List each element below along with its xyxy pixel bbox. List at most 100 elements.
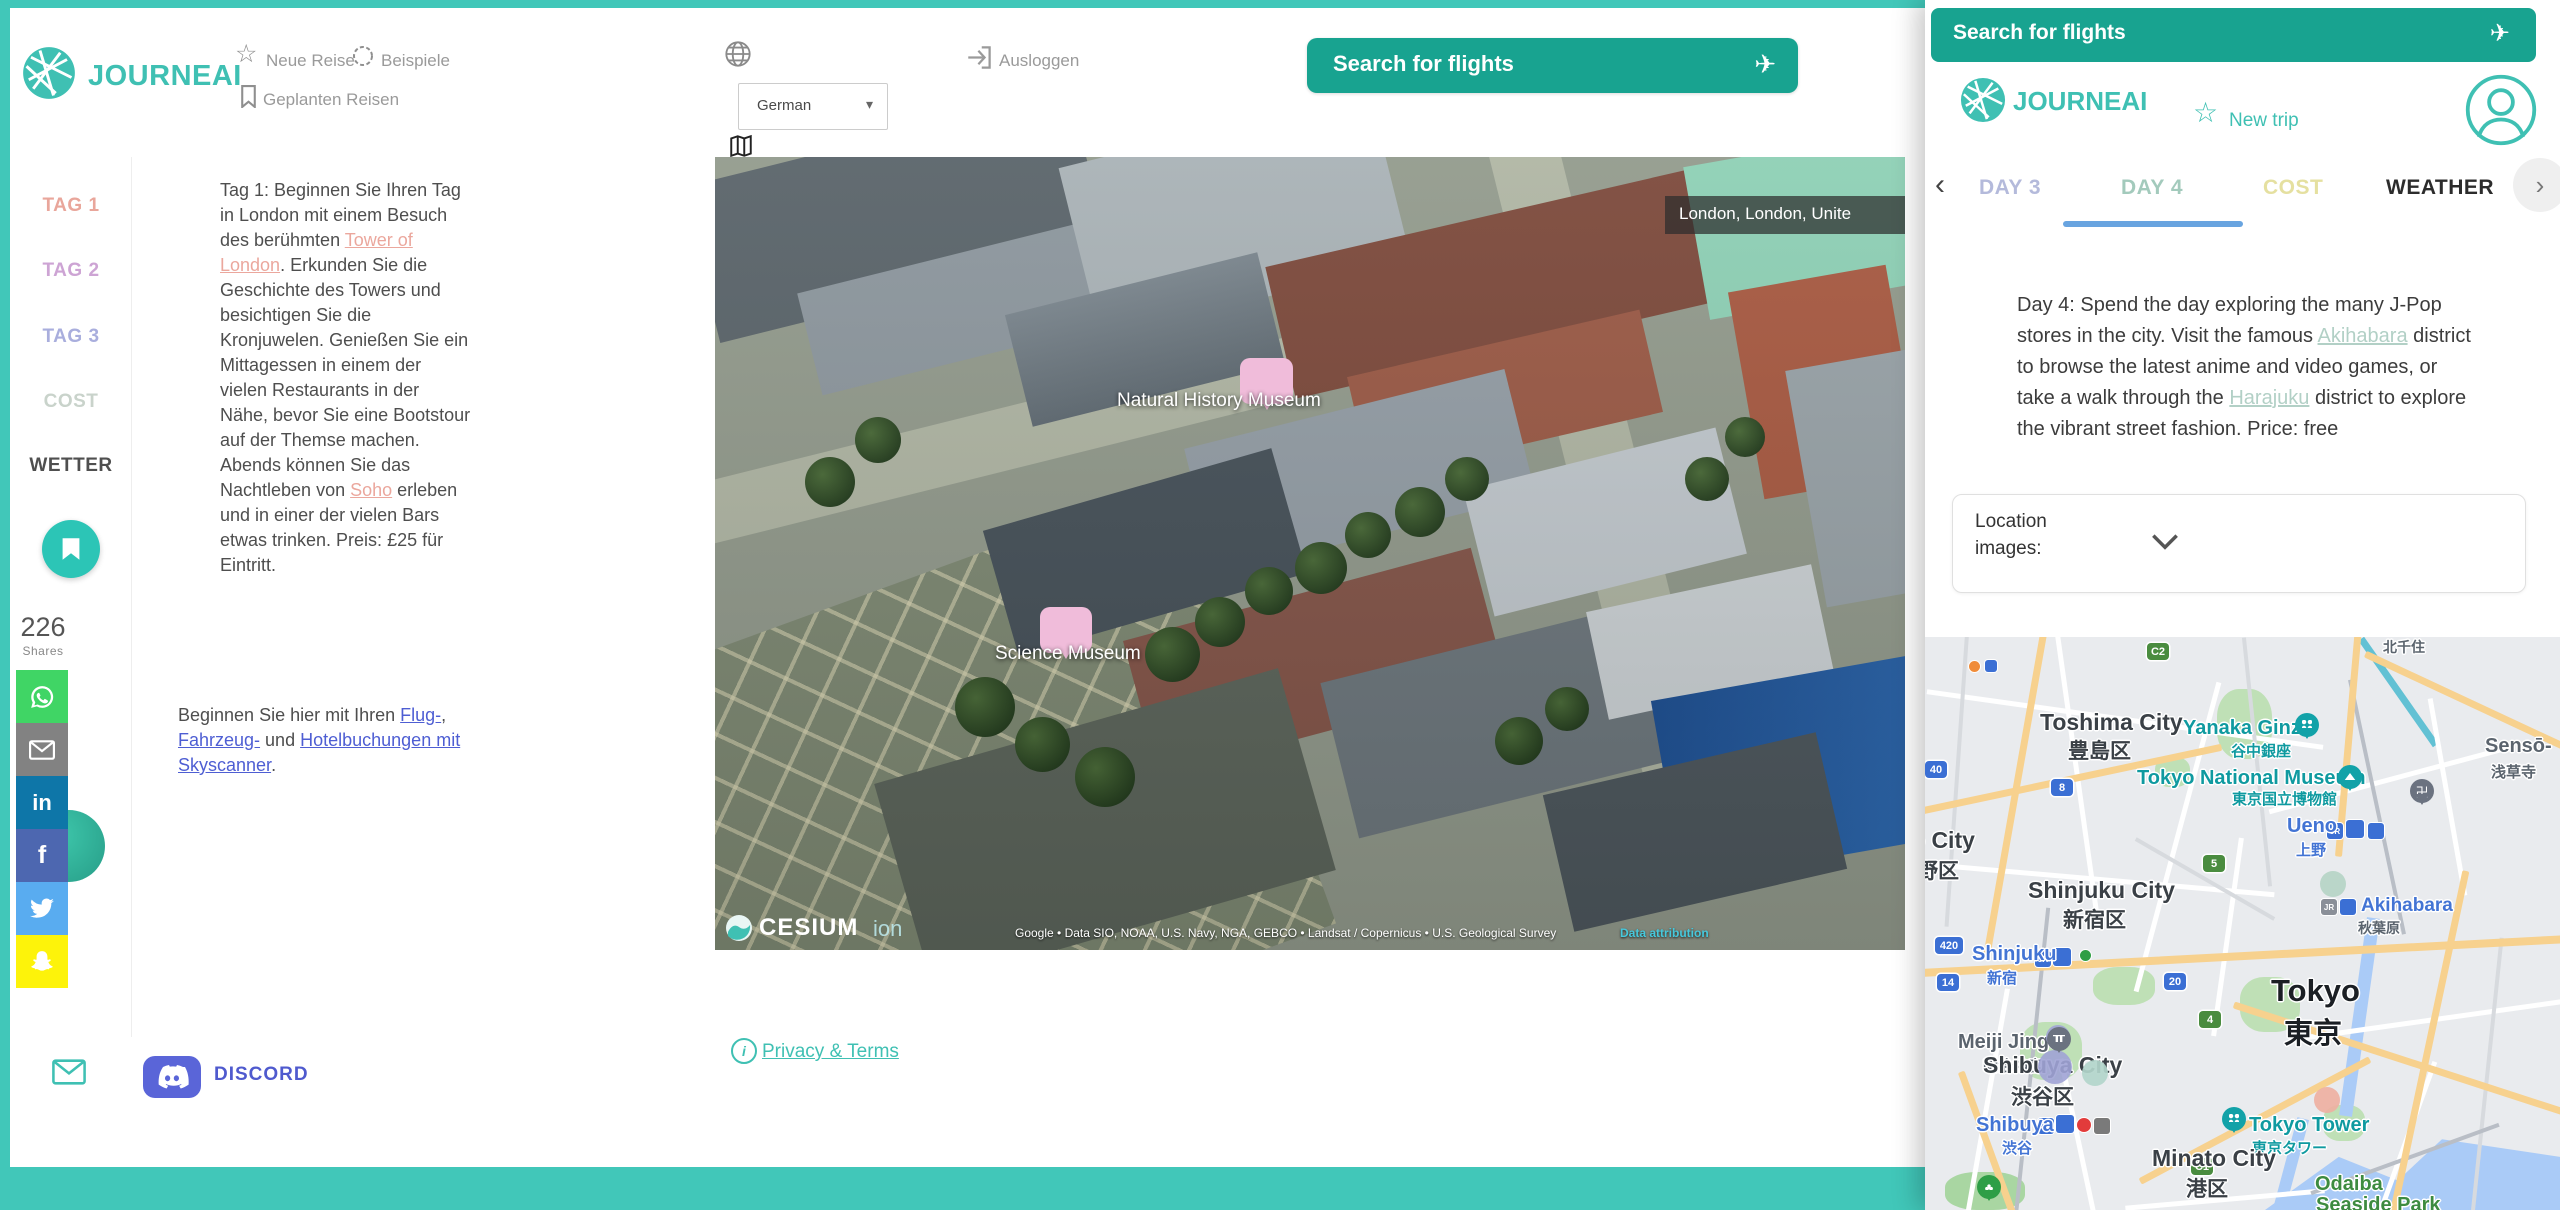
tab-tag-1[interactable]: TAG 1 xyxy=(0,195,142,217)
map-label-tokyo: Tokyo xyxy=(2271,973,2360,1008)
cesium-logo-text[interactable]: CESIUM xyxy=(759,914,858,942)
map-label-sensoji-ja: 浅草寺 xyxy=(2491,764,2537,781)
bookmark-icon xyxy=(240,85,257,113)
tab-tag-3[interactable]: TAG 3 xyxy=(0,326,142,348)
tokyo-tower-pin[interactable] xyxy=(2222,1107,2246,1131)
linkedin-share-button[interactable]: in xyxy=(16,776,68,829)
meiji-jingu-pin[interactable] xyxy=(2047,1027,2071,1051)
journeai-app: JOURNEAI ☆ Neue Reise Beispiele Geplante… xyxy=(0,0,2560,1210)
search-flights-label: Search for flights xyxy=(1333,51,1514,76)
share-count-label: Shares xyxy=(22,644,64,658)
discord-wordmark[interactable]: DISCORD xyxy=(214,1064,309,1086)
map-label-yanaka-ja: 谷中銀座 xyxy=(2231,743,2292,760)
panel-journeai-logo-icon[interactable] xyxy=(1960,77,2006,123)
map-label-shinjuku-city-ja: 新宿区 xyxy=(2063,909,2126,932)
panel-journeai-logo-text[interactable]: JOURNEAI xyxy=(2013,86,2147,117)
map-label-shibuya-ja: 渋谷 xyxy=(2002,1140,2033,1157)
map-label-nakano-ja: 野区 xyxy=(1925,860,1959,883)
tab-wetter[interactable]: WETTER xyxy=(0,455,142,477)
day4-itinerary-text: Day 4: Spend the day exploring the many … xyxy=(2017,294,2471,440)
tokyo-google-map[interactable]: C2 8 5 40 420 14 20 4 C1 卍 ♣ JR JR JR JR… xyxy=(1925,637,2560,1210)
panel-tab-weather[interactable]: WEATHER xyxy=(2386,176,2494,200)
harajuku-link[interactable]: Harajuku xyxy=(2229,387,2309,409)
nav-new-trip[interactable]: Neue Reise xyxy=(266,51,355,71)
map-label-shibuya: Shibuya xyxy=(1976,1114,2054,1136)
tab-cost[interactable]: COST xyxy=(0,391,142,413)
nav-planned-trips[interactable]: Geplanten Reisen xyxy=(263,90,399,110)
twitter-share-button[interactable] xyxy=(16,882,68,935)
bookmark-icon xyxy=(62,538,80,560)
train-station-icon xyxy=(2056,1115,2074,1133)
tab-tag-2[interactable]: TAG 2 xyxy=(0,260,142,282)
map-label-yanaka: Yanaka Ginza xyxy=(2183,717,2312,739)
language-select[interactable]: German ▾ xyxy=(738,83,888,130)
park-pin[interactable]: ♣ xyxy=(1977,1175,2001,1199)
booking-links-text: Beginnen Sie hier mit Ihren Flug-, Fahrz… xyxy=(178,705,461,775)
snapchat-share-button[interactable] xyxy=(16,935,68,988)
poi-icon xyxy=(1985,660,1997,672)
chevron-down-icon xyxy=(2152,534,2178,550)
map-label-ueno: Ueno xyxy=(2287,815,2337,837)
privacy-terms-link[interactable]: Privacy & Terms xyxy=(762,1041,899,1063)
tabs-scroll-left-button[interactable]: ‹ xyxy=(1935,168,1945,202)
location-images-dropdown[interactable]: Location images: xyxy=(1952,494,2526,593)
globe-icon xyxy=(724,40,752,73)
route-badge: 8 xyxy=(2051,779,2073,796)
star-icon: ☆ xyxy=(235,40,258,68)
tabs-scroll-right-button[interactable]: › xyxy=(2513,158,2560,212)
flight-booking-link[interactable]: Flug- xyxy=(400,705,441,725)
facebook-icon: f xyxy=(37,841,47,869)
save-bookmark-button[interactable] xyxy=(42,520,100,578)
route-badge: 40 xyxy=(1925,761,1947,778)
left-accent-bar xyxy=(0,0,10,1210)
poi-dot xyxy=(1969,661,1980,672)
soho-link[interactable]: Soho xyxy=(350,480,392,500)
route-badge: 14 xyxy=(1937,974,1959,991)
search-flights-button[interactable]: Search for flights ✈ xyxy=(1307,38,1798,93)
nav-examples[interactable]: Beispiele xyxy=(381,51,450,71)
journeai-logo-icon[interactable] xyxy=(22,46,76,100)
whatsapp-icon xyxy=(31,685,54,708)
sidebar-divider xyxy=(131,157,132,1037)
map-label-shinjuku: Shinjuku xyxy=(1972,943,2057,965)
nav-logout[interactable]: Ausloggen xyxy=(999,51,1079,71)
panel-search-flights-button[interactable]: Search for flights ✈ xyxy=(1931,8,2536,62)
map-shade-overlay xyxy=(715,157,1905,950)
akihabara-link[interactable]: Akihabara xyxy=(2318,325,2408,347)
map-label-shibuya-city-ja: 渋谷区 xyxy=(2011,1086,2074,1109)
panel-tab-day-3[interactable]: DAY 3 xyxy=(1979,176,2041,200)
email-share-button[interactable] xyxy=(16,723,68,776)
cesium-ion-text: ion xyxy=(873,916,903,941)
map-label-tnm-ja: 東京国立博物館 xyxy=(2232,791,2338,808)
whatsapp-share-button[interactable] xyxy=(16,670,68,723)
panel-tab-day-4[interactable]: DAY 4 xyxy=(2121,176,2183,200)
route-badge: 20 xyxy=(2164,973,2186,990)
route-badge: 420 xyxy=(1935,937,1963,954)
star-icon: ☆ xyxy=(2193,97,2219,128)
itinerary-marker-circle[interactable] xyxy=(2314,1087,2340,1113)
tokyo-national-museum-pin[interactable] xyxy=(2338,765,2362,789)
plane-icon: ✈ xyxy=(1754,49,1776,79)
cesium-3d-map[interactable]: London, London, Unite Natural History Mu… xyxy=(715,157,1905,950)
yanaka-ginza-pin[interactable] xyxy=(2295,713,2319,737)
journeai-logo-text[interactable]: JOURNEAI xyxy=(88,60,242,93)
itinerary-marker-circle[interactable] xyxy=(2320,871,2346,897)
discord-button[interactable] xyxy=(143,1056,201,1098)
top-accent-bar xyxy=(0,0,1925,8)
panel-new-trip-link[interactable]: New trip xyxy=(2229,110,2299,132)
sensoji-pin[interactable]: 卍 xyxy=(2410,779,2434,803)
map-label-minato-ja: 港区 xyxy=(2186,1178,2228,1201)
map-location-chip-text: London, London, Unite xyxy=(1679,204,1852,223)
facebook-share-button[interactable]: f xyxy=(16,829,68,882)
itinerary-marker-circle[interactable] xyxy=(2082,1060,2108,1086)
car-booking-link[interactable]: Fahrzeug- xyxy=(178,730,260,750)
panel-tab-cost[interactable]: COST xyxy=(2263,176,2323,200)
metro-station-icon xyxy=(2340,899,2356,915)
contact-email-button[interactable] xyxy=(52,1058,86,1091)
map-label-shinjuku-ja: 新宿 xyxy=(1987,970,2018,987)
map-park xyxy=(2093,967,2155,1005)
avatar[interactable] xyxy=(2463,72,2539,148)
map-label-toshima: Toshima City xyxy=(2040,709,2183,735)
data-attribution-link[interactable]: Data attribution xyxy=(1620,926,1709,940)
route-badge: 5 xyxy=(2203,855,2225,872)
